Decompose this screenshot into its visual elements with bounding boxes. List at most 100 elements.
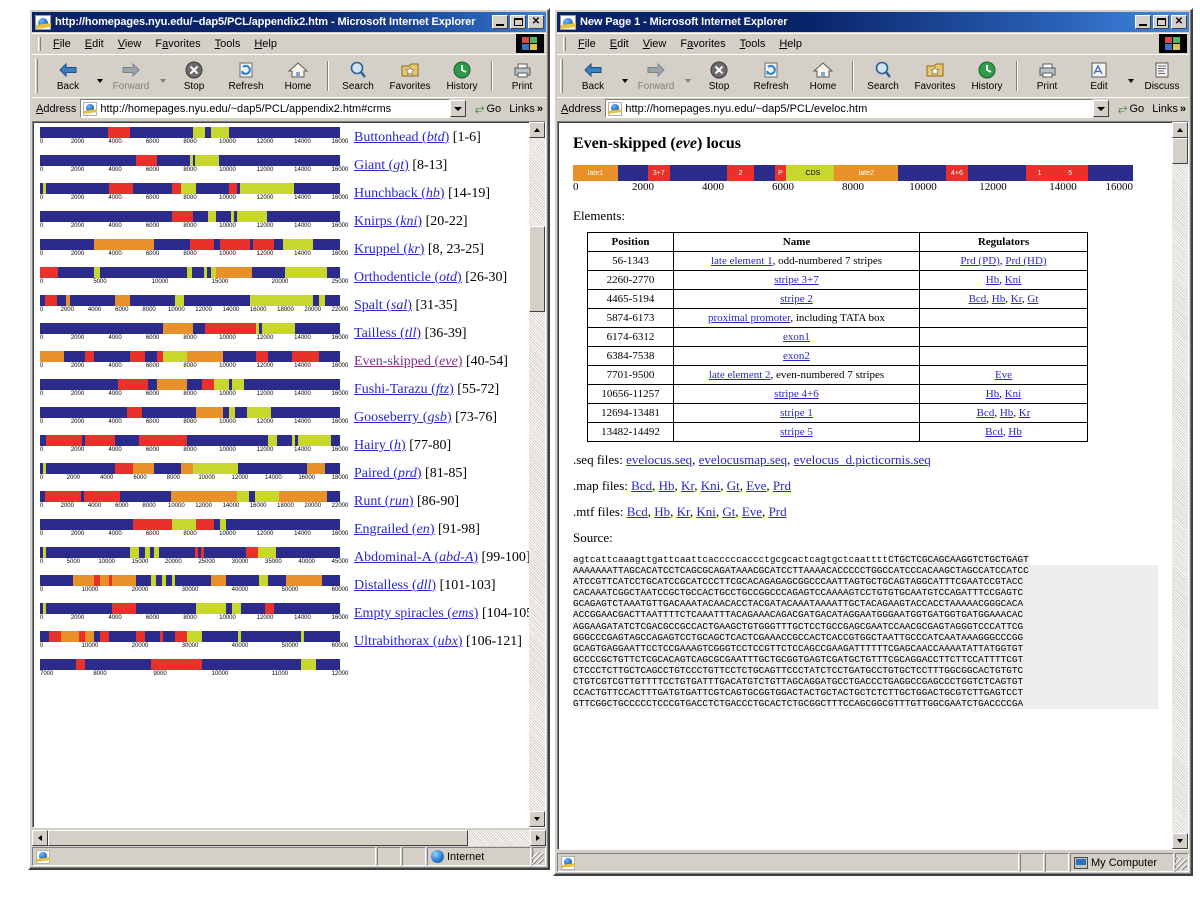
element-name-link[interactable]: exon1 — [783, 331, 810, 343]
scroll-track-right[interactable] — [1172, 164, 1188, 833]
file-link[interactable]: evelocus_d.picticornis.seq — [794, 452, 931, 467]
left-browser-window[interactable]: http://homepages.nyu.edu/~dap5/PCL/appen… — [28, 8, 550, 870]
right-page-viewport[interactable]: Even-skipped (eve) locus late1 3+7 2 P CDS la… — [558, 122, 1172, 849]
element-name-link[interactable]: late element 2 — [709, 369, 771, 381]
scroll-down-button[interactable] — [529, 811, 545, 827]
right-toolbar[interactable]: Back Forward Stop Refresh Home Search Fa… — [557, 54, 1189, 96]
gene-link[interactable]: Empty spiracles (ems) — [354, 606, 478, 621]
menu-edit[interactable]: Edit — [78, 36, 111, 52]
gene-link[interactable]: Hunchback (hb) — [354, 186, 445, 201]
toolbar-back-button[interactable]: Back — [42, 56, 94, 96]
toolbar-forward-button[interactable]: Forward — [105, 56, 157, 96]
menu-help-right[interactable]: Help — [772, 36, 809, 52]
left-page-viewport[interactable]: 0 2000 4000 6000 8000 10000 12000 14000 16000 But… — [33, 122, 529, 827]
toolbar-history-button[interactable]: History — [436, 56, 488, 96]
toolbar-grip-right[interactable] — [560, 58, 563, 93]
gene-link[interactable]: Tailless (tll) — [354, 326, 421, 341]
scroll-track-below[interactable] — [529, 312, 545, 811]
file-link[interactable]: Eve — [746, 478, 766, 493]
menu-file-right[interactable]: File — [571, 36, 603, 52]
toolbar-stop-button[interactable]: Stop — [168, 56, 220, 96]
maximize-button-right[interactable] — [1153, 15, 1169, 29]
element-name-link[interactable]: late element 1 — [711, 255, 773, 267]
regulator-link[interactable]: Bcd — [969, 293, 987, 305]
address-dropdown-button[interactable] — [449, 100, 466, 117]
toolbar-home-button[interactable]: Home — [272, 56, 324, 96]
right-menubar[interactable]: File Edit View Favorites Tools Help — [557, 33, 1189, 53]
links-button-right[interactable]: Links » — [1149, 103, 1189, 115]
file-link[interactable]: Bcd — [627, 504, 648, 519]
left-window-buttons[interactable]: ✕ — [492, 15, 544, 29]
menu-favorites[interactable]: Favorites — [148, 36, 207, 52]
file-link[interactable]: Kr — [681, 478, 694, 493]
address-value-right[interactable]: http://homepages.nyu.edu/~dap5/PCL/evelo… — [625, 103, 867, 115]
menu-favorites-right[interactable]: Favorites — [673, 36, 732, 52]
hscroll-thumb[interactable] — [48, 830, 468, 846]
toolbar-favorites-button-right[interactable]: Favorites — [909, 56, 961, 96]
element-name-link[interactable]: stripe 2 — [780, 293, 813, 305]
menu-tools[interactable]: Tools — [208, 36, 248, 52]
toolbar-discuss-button[interactable]: Discuss — [1136, 56, 1188, 96]
resize-grip-right[interactable] — [1175, 853, 1189, 872]
gene-link[interactable]: Hairy (h) — [354, 438, 406, 453]
element-name-link[interactable]: stripe 3+7 — [774, 274, 818, 286]
toolbar-edit-button-right[interactable]: Edit — [1073, 56, 1125, 96]
toolbar-home-button-right[interactable]: Home — [797, 56, 849, 96]
gene-link[interactable]: Spalt (sal) — [354, 298, 412, 313]
menu-view-right[interactable]: View — [636, 36, 674, 52]
right-vertical-scrollbar[interactable] — [1172, 122, 1188, 849]
scroll-right-button[interactable] — [530, 830, 546, 846]
go-button-right[interactable]: ⥂ Go — [1113, 101, 1149, 116]
minimize-button-right[interactable] — [1135, 15, 1151, 29]
right-browser-window[interactable]: New Page 1 - Microsoft Internet Explorer… — [553, 8, 1193, 876]
file-link[interactable]: Hb — [659, 478, 675, 493]
toolbar-print-button[interactable]: Print — [496, 56, 546, 96]
menu-view[interactable]: View — [111, 36, 149, 52]
file-link[interactable]: Kni — [696, 504, 716, 519]
element-name-link[interactable]: proximal promoter — [708, 312, 790, 324]
regulator-link[interactable]: Bcd — [985, 426, 1003, 438]
gene-link[interactable]: Even-skipped (eve) — [354, 354, 462, 369]
address-input-right[interactable]: http://homepages.nyu.edu/~dap5/PCL/evelo… — [605, 99, 1093, 118]
left-horizontal-scrollbar[interactable] — [32, 830, 546, 846]
minimize-button[interactable] — [492, 15, 508, 29]
address-input[interactable]: http://homepages.nyu.edu/~dap5/PCL/appen… — [80, 99, 450, 118]
file-link[interactable]: evelocusmap.seq — [699, 452, 787, 467]
links-button[interactable]: Links » — [506, 103, 546, 115]
menu-file[interactable]: FFileile — [46, 36, 78, 52]
regulator-link[interactable]: Kr — [1019, 407, 1031, 419]
gene-link[interactable]: Knirps (kni) — [354, 214, 422, 229]
right-window-titlebar[interactable]: New Page 1 - Microsoft Internet Explorer… — [557, 12, 1189, 32]
toolbar-print-button-right[interactable]: Print — [1021, 56, 1073, 96]
regulator-link[interactable]: Hb — [1008, 426, 1021, 438]
regulator-link[interactable]: Hb — [992, 293, 1005, 305]
toolbar-stop-button-right[interactable]: Stop — [693, 56, 745, 96]
scroll-track-above[interactable] — [529, 138, 545, 226]
regulator-link[interactable]: Hb — [986, 388, 999, 400]
left-vertical-scrollbar[interactable] — [529, 122, 545, 827]
address-dropdown-button-right[interactable] — [1092, 100, 1109, 117]
scroll-left-button[interactable] — [32, 830, 48, 846]
right-address-bar[interactable]: Address http://homepages.nyu.edu/~dap5/P… — [557, 97, 1189, 119]
element-name-link[interactable]: stripe 5 — [780, 426, 813, 438]
edit-dropdown-arrow-right[interactable] — [1125, 56, 1136, 96]
file-link[interactable]: Gt — [727, 478, 740, 493]
forward-dropdown-arrow-right[interactable] — [682, 56, 693, 96]
menubar-grip[interactable] — [38, 36, 41, 51]
file-link[interactable]: Hb — [654, 504, 670, 519]
right-window-buttons[interactable]: ✕ — [1135, 15, 1187, 29]
gene-link[interactable]: Distalless (dll) — [354, 578, 436, 593]
menu-tools-right[interactable]: Tools — [733, 36, 773, 52]
scroll-down-button-right[interactable] — [1172, 833, 1188, 849]
gene-link[interactable]: Runt (run) — [354, 494, 414, 509]
toolbar-forward-button-right[interactable]: Forward — [630, 56, 682, 96]
left-menubar[interactable]: FFileile Edit View Favorites Tools Help — [32, 33, 546, 53]
regulator-link[interactable]: Kni — [1005, 274, 1022, 286]
regulator-link[interactable]: Prd (HD) — [1005, 255, 1046, 267]
file-link[interactable]: Prd — [769, 504, 787, 519]
menu-help[interactable]: Help — [247, 36, 284, 52]
regulator-link[interactable]: Hb — [1000, 407, 1013, 419]
toolbar-history-button-right[interactable]: History — [961, 56, 1013, 96]
back-dropdown-arrow-right[interactable] — [619, 56, 630, 96]
regulator-link[interactable]: Prd (PD) — [960, 255, 999, 267]
